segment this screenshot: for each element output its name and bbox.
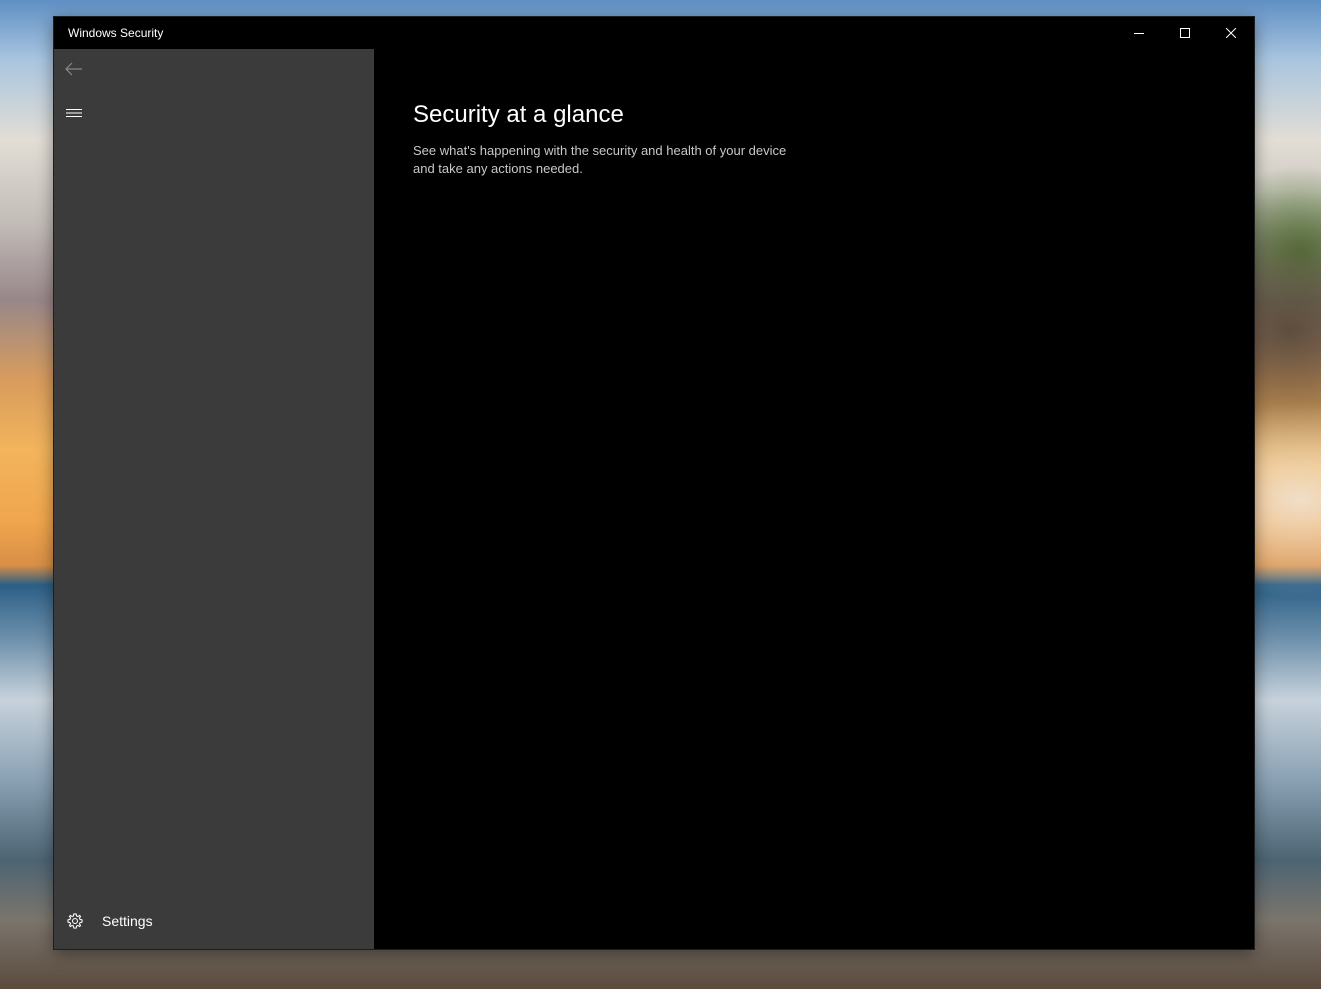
maximize-icon <box>1180 28 1190 38</box>
maximize-button[interactable] <box>1162 17 1208 49</box>
app-window: Windows Security Settings Security at a … <box>54 17 1254 949</box>
gear-icon <box>67 913 83 929</box>
hamburger-menu-button[interactable] <box>54 93 94 133</box>
minimize-button[interactable] <box>1116 17 1162 49</box>
sidebar-item-settings[interactable]: Settings <box>54 901 374 941</box>
close-button[interactable] <box>1208 17 1254 49</box>
window-title: Windows Security <box>68 26 164 40</box>
page-subtitle: See what's happening with the security a… <box>413 143 787 176</box>
minimize-icon <box>1134 33 1144 34</box>
back-button[interactable] <box>54 49 94 89</box>
navigation-pane: Settings <box>54 49 374 949</box>
content-area: Security at a glance See what's happenin… <box>374 49 1254 949</box>
title-bar[interactable]: Windows Security <box>54 17 1254 49</box>
hamburger-menu-icon <box>66 109 82 117</box>
back-arrow-icon <box>65 62 82 76</box>
close-icon <box>1226 28 1236 38</box>
sidebar-item-label: Settings <box>102 913 153 929</box>
page-title: Security at a glance <box>413 101 624 128</box>
